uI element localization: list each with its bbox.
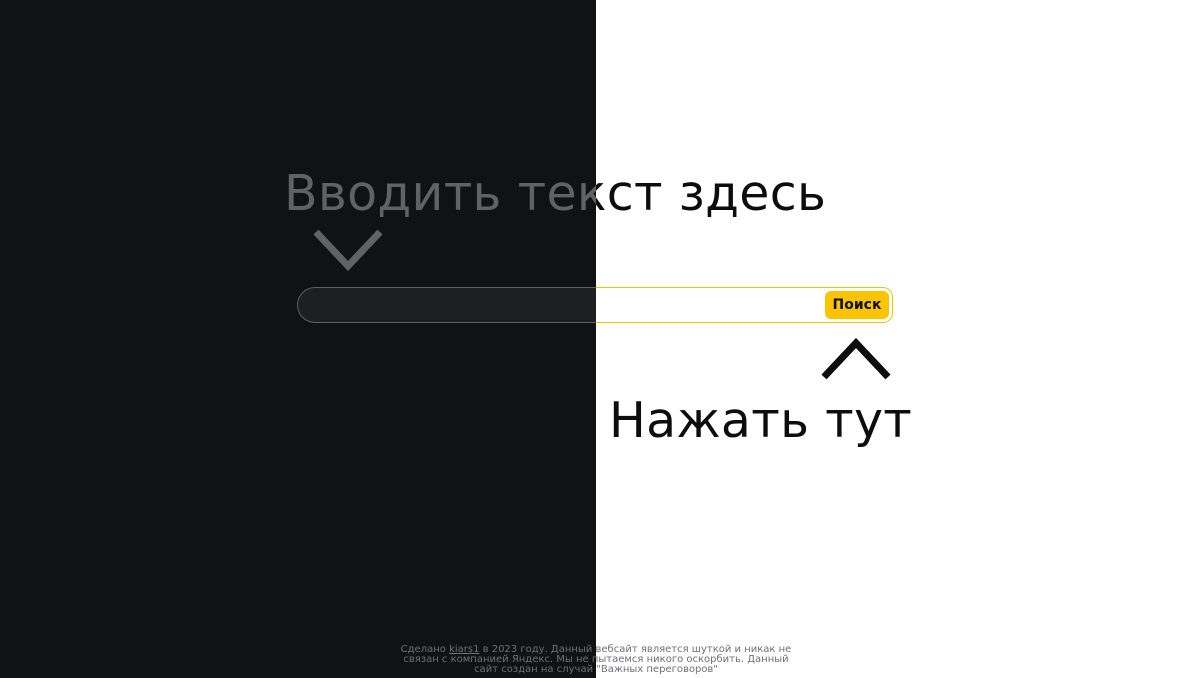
click-hint-text: Нажать тут <box>609 392 913 449</box>
search-button[interactable]: Поиск <box>825 291 889 319</box>
light-layer: Вводить текст здесь <box>596 0 1192 678</box>
input-hint-text: Вводить текст здесь <box>284 165 596 222</box>
dark-layer: Вводить текст здесь <box>0 0 596 678</box>
chevron-down-icon <box>313 229 383 272</box>
chevron-up-icon <box>821 337 891 380</box>
page: Вводить текст здесь Вводить текст здесь … <box>0 0 1192 678</box>
search-field-wrapper <box>297 287 817 323</box>
footer: Сделано kiars1 в 2023 году. Данный вебса… <box>396 645 796 675</box>
input-hint-text-light: Вводить текст здесь <box>596 165 827 222</box>
search-input[interactable] <box>311 291 815 319</box>
